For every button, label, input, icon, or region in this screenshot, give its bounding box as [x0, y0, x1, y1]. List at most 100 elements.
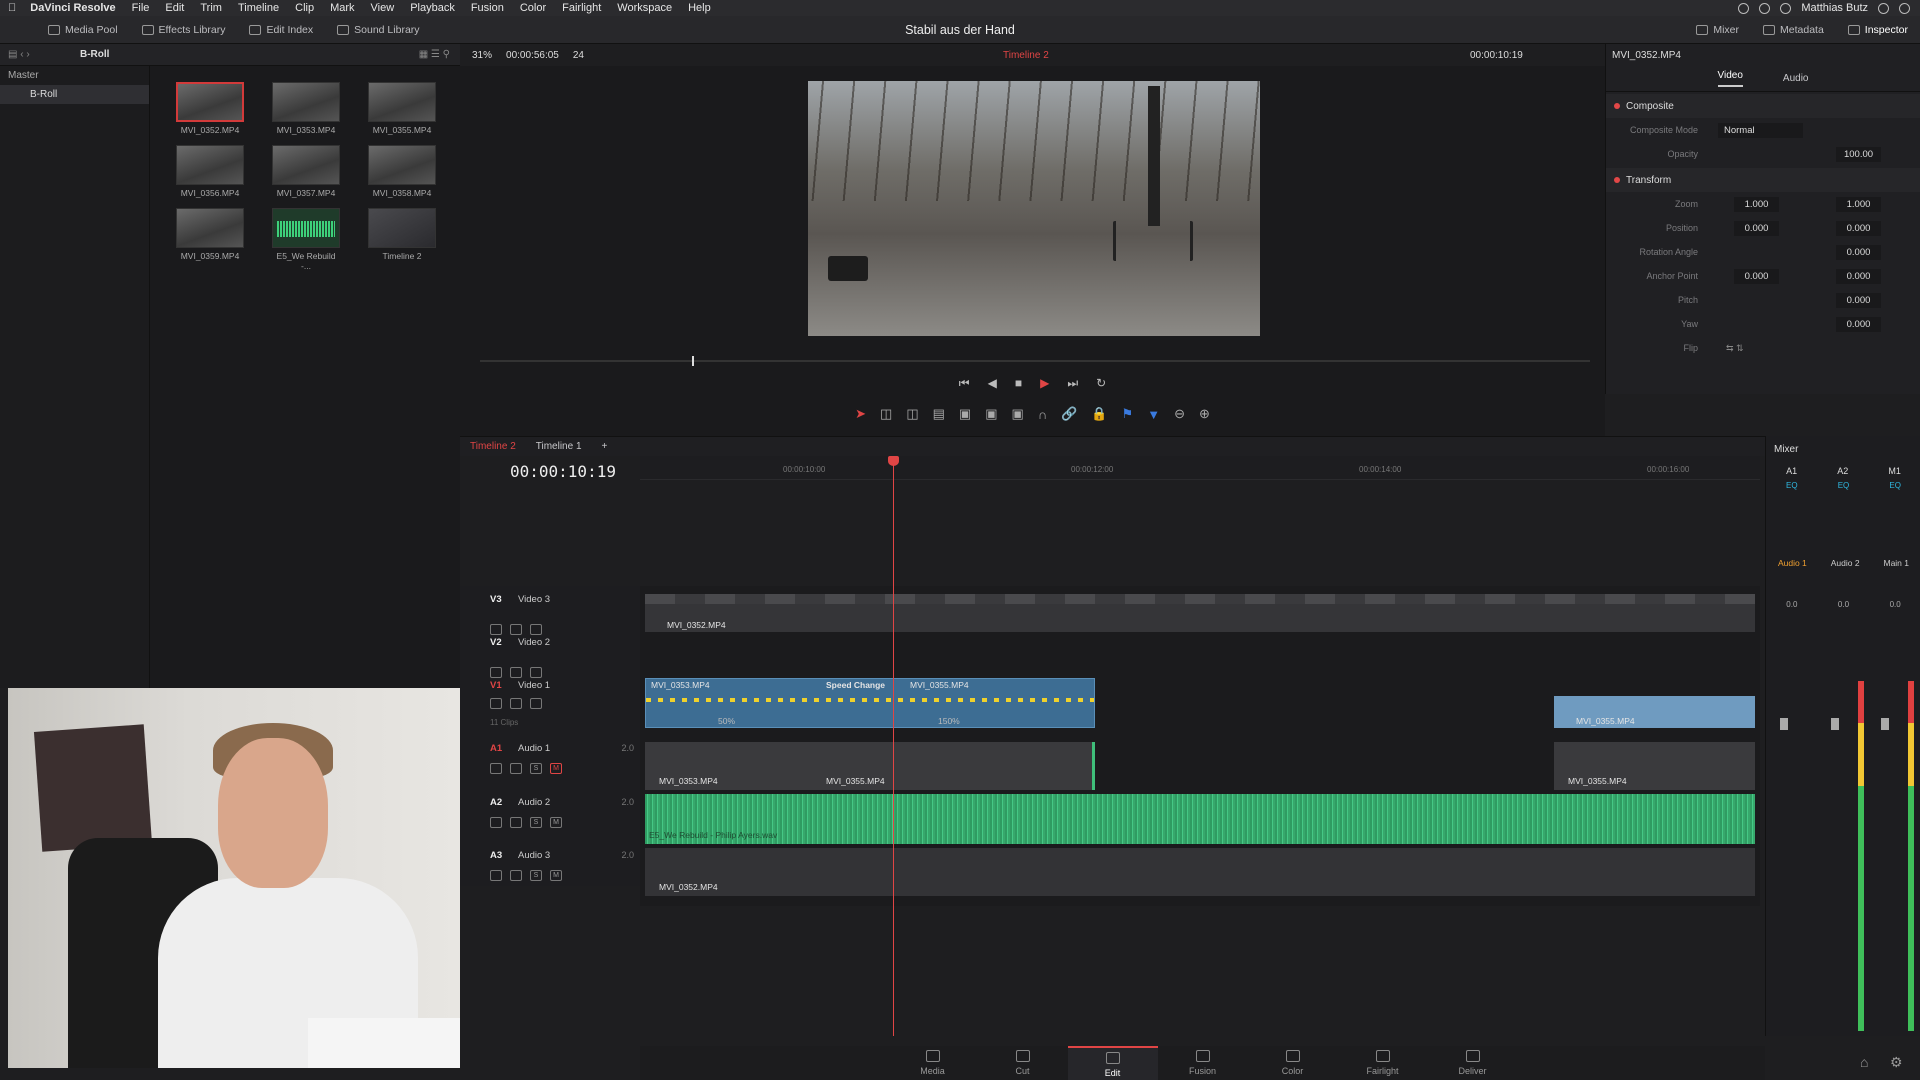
- go-to-start-icon[interactable]: ⏮: [959, 376, 970, 391]
- home-icon[interactable]: ⌂: [1860, 1054, 1868, 1070]
- viewer-timeline-name[interactable]: Timeline 2: [1003, 50, 1049, 61]
- clip-thumbnail[interactable]: MVI_0356.MP4: [175, 145, 245, 198]
- zoom-level[interactable]: 31%: [460, 50, 492, 61]
- speed-50[interactable]: 50%: [710, 714, 770, 728]
- menu-fusion[interactable]: Fusion: [463, 2, 512, 14]
- add-timeline-icon[interactable]: +: [602, 441, 608, 452]
- clip-thumbnail[interactable]: MVI_0359.MP4: [175, 208, 245, 261]
- pitch-field[interactable]: 0.000: [1836, 292, 1881, 308]
- clip-thumbnail[interactable]: MVI_0352.MP4: [175, 82, 245, 135]
- page-deliver[interactable]: Deliver: [1428, 1046, 1518, 1080]
- position-x-field[interactable]: 0.000: [1734, 220, 1779, 236]
- zoom-x-field[interactable]: 1.000: [1734, 196, 1779, 212]
- menu-edit[interactable]: Edit: [157, 2, 192, 14]
- zoom-y-field[interactable]: 1.000: [1836, 196, 1881, 212]
- effects-library-button[interactable]: Effects Library: [130, 24, 238, 36]
- playhead-handle[interactable]: [888, 456, 899, 466]
- playhead[interactable]: [893, 456, 894, 1036]
- menu-color[interactable]: Color: [512, 2, 554, 14]
- blade-tool-icon[interactable]: ▤: [933, 406, 945, 422]
- mixer-button[interactable]: Mixer: [1684, 24, 1751, 36]
- clip-thumbnail[interactable]: MVI_0353.MP4: [271, 82, 341, 135]
- link-icon[interactable]: 🔗: [1061, 406, 1077, 422]
- siri-icon[interactable]: [1899, 2, 1910, 14]
- composite-mode-select[interactable]: Normal: [1718, 122, 1803, 138]
- clip-thumbnail[interactable]: MVI_0355.MP4: [367, 82, 437, 135]
- video-frame[interactable]: [808, 81, 1260, 336]
- clip-thumbnail[interactable]: MVI_0358.MP4: [367, 145, 437, 198]
- page-color[interactable]: Color: [1248, 1046, 1338, 1080]
- settings-gear-icon[interactable]: ⚙: [1890, 1054, 1903, 1071]
- page-cut[interactable]: Cut: [978, 1046, 1068, 1080]
- opacity-field[interactable]: 100.00: [1836, 146, 1881, 162]
- page-fairlight[interactable]: Fairlight: [1338, 1046, 1428, 1080]
- panel-toggle-icon[interactable]: ▤ ‹ ›: [0, 49, 80, 60]
- menu-fairlight[interactable]: Fairlight: [554, 2, 609, 14]
- overwrite-clip-icon[interactable]: ▣: [985, 406, 997, 422]
- flag-icon[interactable]: ⚑: [1122, 406, 1134, 422]
- media-pool-button[interactable]: Media Pool: [36, 24, 130, 36]
- app-menu[interactable]: DaVinci Resolve: [24, 2, 123, 14]
- go-to-end-icon[interactable]: ⏭: [1067, 376, 1078, 391]
- bin-b-roll[interactable]: B-Roll: [0, 85, 149, 104]
- anchor-x-field[interactable]: 0.000: [1734, 268, 1779, 284]
- inspector-button[interactable]: Inspector: [1836, 24, 1920, 36]
- clip-thumbnail[interactable]: MVI_0357.MP4: [271, 145, 341, 198]
- menu-timeline[interactable]: Timeline: [230, 2, 287, 14]
- trim-tool-icon[interactable]: ◫: [880, 406, 892, 422]
- tab-timeline-2[interactable]: Timeline 2: [460, 441, 516, 452]
- sound-library-button[interactable]: Sound Library: [325, 24, 431, 36]
- menu-clip[interactable]: Clip: [287, 2, 322, 14]
- marker-icon[interactable]: ▼: [1147, 407, 1160, 422]
- play-icon[interactable]: ▶: [1040, 376, 1049, 390]
- loop-icon[interactable]: ↻: [1096, 376, 1106, 390]
- yaw-field[interactable]: 0.000: [1836, 316, 1881, 332]
- scrubber-handle[interactable]: [692, 356, 694, 366]
- zoom-out-icon[interactable]: ⊖: [1174, 406, 1185, 422]
- page-media[interactable]: Media: [888, 1046, 978, 1080]
- flip-icons[interactable]: ⇆ ⇅: [1726, 343, 1744, 354]
- stop-icon[interactable]: ■: [1015, 376, 1022, 390]
- fader-a1[interactable]: [1780, 718, 1788, 730]
- menu-workspace[interactable]: Workspace: [609, 2, 680, 14]
- dropbox-icon[interactable]: [1759, 2, 1771, 14]
- menu-view[interactable]: View: [363, 2, 403, 14]
- dynamic-trim-icon[interactable]: ◫: [906, 406, 918, 422]
- rotation-field[interactable]: 0.000: [1836, 244, 1881, 260]
- menu-playback[interactable]: Playback: [402, 2, 463, 14]
- wifi-icon[interactable]: [1738, 2, 1750, 14]
- transform-section[interactable]: Transform: [1606, 168, 1920, 192]
- zoom-in-icon[interactable]: ⊕: [1199, 406, 1210, 422]
- eq-m1[interactable]: EQ: [1889, 481, 1901, 490]
- position-y-field[interactable]: 0.000: [1836, 220, 1881, 236]
- replace-clip-icon[interactable]: ▣: [1012, 406, 1024, 422]
- timeline-ruler[interactable]: 00:00:10:00 00:00:12:00 00:00:14:00 00:0…: [640, 456, 1760, 480]
- eq-a2[interactable]: EQ: [1838, 481, 1850, 490]
- snapping-icon[interactable]: ∩: [1038, 407, 1047, 422]
- menu-file[interactable]: File: [124, 2, 158, 14]
- composite-section[interactable]: Composite: [1606, 94, 1920, 118]
- audio-clip-thumbnail[interactable]: E5_We Rebuild -...: [271, 208, 341, 271]
- user-name[interactable]: Matthias Butz: [1801, 2, 1868, 14]
- menu-help[interactable]: Help: [680, 2, 719, 14]
- tab-video[interactable]: Video: [1717, 70, 1743, 87]
- apple-icon[interactable]: : [0, 2, 24, 14]
- insert-clip-icon[interactable]: ▣: [959, 406, 971, 422]
- edit-index-button[interactable]: Edit Index: [237, 24, 325, 36]
- fader-a2[interactable]: [1831, 718, 1839, 730]
- clip-v3[interactable]: [645, 594, 1755, 618]
- lock-icon[interactable]: 🔒: [1091, 406, 1107, 422]
- tab-timeline-1[interactable]: Timeline 1: [536, 441, 582, 452]
- bin-master[interactable]: Master: [0, 66, 149, 85]
- menu-mark[interactable]: Mark: [322, 2, 362, 14]
- viewer-scrubber[interactable]: [480, 360, 1590, 362]
- step-back-icon[interactable]: ◀: [988, 376, 997, 390]
- search-icon[interactable]: [1878, 2, 1889, 14]
- timeline-thumbnail[interactable]: Timeline 2: [367, 208, 437, 261]
- eq-a1[interactable]: EQ: [1786, 481, 1798, 490]
- metadata-button[interactable]: Metadata: [1751, 24, 1836, 36]
- tab-audio[interactable]: Audio: [1783, 73, 1809, 84]
- page-fusion[interactable]: Fusion: [1158, 1046, 1248, 1080]
- fader-m1[interactable]: [1881, 718, 1889, 730]
- view-mode-icon[interactable]: ▦ ☰ ⚲: [419, 49, 460, 60]
